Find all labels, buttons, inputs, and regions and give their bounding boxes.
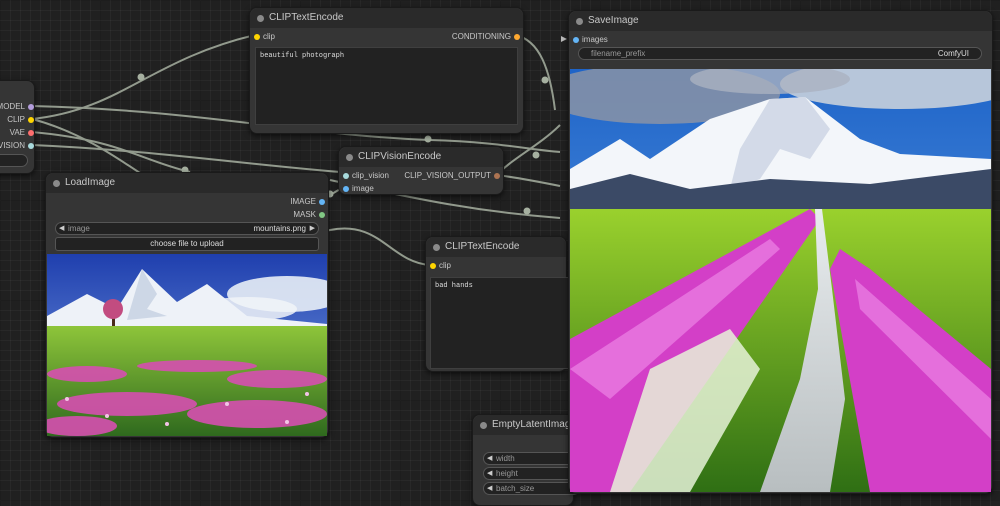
node-title-bar[interactable]: LoadImage: [46, 173, 328, 193]
input-clip[interactable]: clip: [430, 260, 451, 272]
filename-prefix-field[interactable]: filename_prefix ComfyUI: [578, 47, 982, 60]
prompt-textarea[interactable]: beautiful photograph: [255, 47, 518, 125]
wire-clip-vision-to-encode: [31, 144, 341, 173]
output-clip-vision-output[interactable]: CLIP_VISION_OUTPUT: [390, 170, 500, 182]
chevron-left-icon[interactable]: ◀: [487, 453, 492, 464]
output-vae[interactable]: VAE: [0, 127, 34, 139]
clip-vision-encode-node[interactable]: CLIPVisionEncode clip_vision image CLIP_…: [338, 146, 504, 195]
upload-button[interactable]: choose file to upload: [55, 237, 319, 251]
node-title: SaveImage: [588, 15, 639, 26]
node-title: CLIPVisionEncode: [358, 151, 442, 162]
output-clip-vision[interactable]: CLIP_VISION: [0, 140, 34, 152]
input-image-preview: [47, 254, 327, 436]
output-image-preview: [570, 69, 991, 492]
wire-vision-output: [496, 174, 561, 187]
node-title-bar[interactable]: CLIPTextEncode: [250, 8, 523, 28]
clip-text-encode-positive-node[interactable]: CLIPTextEncode clip CONDITIONING beautif…: [249, 7, 524, 134]
batch-size-widget[interactable]: ◀ batch_size: [483, 482, 580, 495]
load-image-node[interactable]: LoadImage IMAGE MASK ◀ image mountains.p…: [45, 172, 329, 438]
chevron-left-icon[interactable]: ◀: [487, 483, 492, 494]
width-widget[interactable]: ◀ width: [483, 452, 580, 465]
clip-text-encode-negative-node[interactable]: CLIPTextEncode clip bad hands: [425, 236, 570, 372]
prompt-textarea[interactable]: bad hands: [430, 277, 570, 369]
chevron-right-icon[interactable]: ▶: [310, 223, 315, 234]
generated-mountain-path-photo-icon: [570, 69, 991, 492]
output-clip[interactable]: CLIP: [0, 114, 34, 126]
save-image-node[interactable]: SaveImage images filename_prefix ComfyUI: [568, 10, 993, 494]
node-title: EmptyLatentImag: [492, 419, 571, 430]
output-model[interactable]: MODEL: [0, 101, 34, 113]
node-title: CLIPTextEncode: [445, 241, 520, 252]
input-images[interactable]: images: [573, 34, 608, 46]
empty-latent-image-node[interactable]: EmptyLatentImag ◀ width ◀ height ◀ batch_si…: [472, 414, 580, 506]
height-widget[interactable]: ◀ height: [483, 467, 580, 480]
input-clip[interactable]: clip: [254, 31, 275, 43]
mountain-meadow-photo-icon: [47, 254, 327, 436]
wire-clip-to-top-encode: [31, 34, 256, 120]
output-conditioning[interactable]: CONDITIONING: [400, 31, 520, 43]
wire-vae-out: [31, 131, 191, 173]
node-title: LoadImage: [65, 177, 116, 188]
node-title-bar[interactable]: CLIPTextEncode: [426, 237, 566, 257]
chevron-left-icon[interactable]: ◀: [59, 223, 64, 234]
node-title-bar[interactable]: SaveImage: [569, 11, 992, 31]
node-title-bar[interactable]: EmptyLatentImag: [473, 415, 573, 435]
chevron-left-icon[interactable]: ◀: [487, 468, 492, 479]
node-title-bar[interactable]: CLIPVisionEncode: [339, 147, 503, 167]
input-image[interactable]: image: [343, 183, 374, 195]
output-image[interactable]: IMAGE: [245, 196, 325, 208]
save-input-arrow: [561, 36, 567, 42]
node-title: CLIPTextEncode: [269, 12, 344, 23]
image-select-combo[interactable]: ◀ image mountains.png ▶: [55, 222, 319, 235]
output-mask[interactable]: MASK: [245, 209, 325, 221]
input-clip-vision[interactable]: clip_vision: [343, 170, 389, 182]
checkpoint-loader-node[interactable]: MODEL CLIP VAE CLIP_VISION ◀: [0, 80, 35, 174]
checkpoint-widget[interactable]: ◀: [0, 154, 28, 167]
